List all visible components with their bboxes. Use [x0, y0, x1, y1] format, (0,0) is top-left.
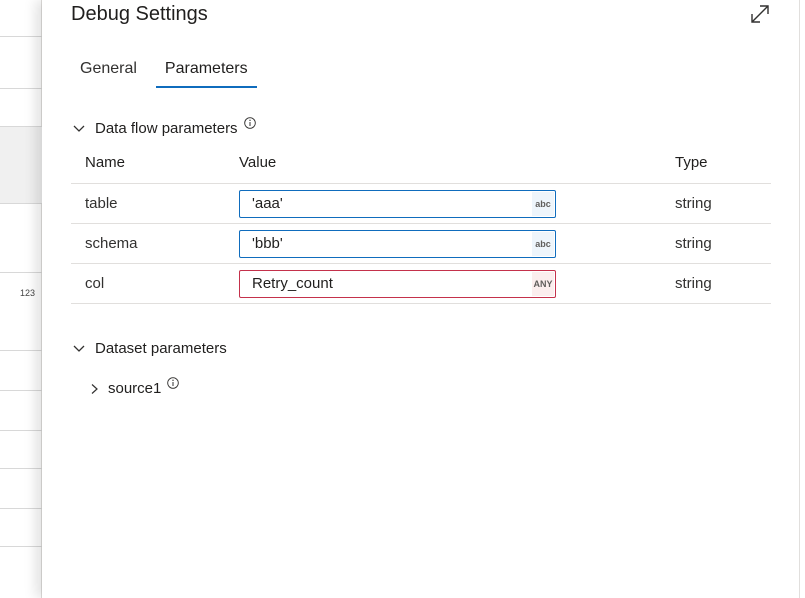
chevron-down-icon	[73, 125, 85, 132]
table-row: schema 'bbb' abc string	[71, 224, 771, 264]
scroll-edge	[799, 0, 805, 598]
grid-selected-block	[0, 126, 42, 204]
param-name: table	[85, 195, 118, 212]
dataset-item-source1[interactable]: source1	[88, 376, 180, 397]
data-flow-parameters-header[interactable]: Data flow parameters	[71, 116, 256, 137]
param-value-text: Retry_count	[252, 275, 333, 292]
column-header-type: Type	[675, 154, 708, 171]
row-number: 123	[20, 288, 36, 298]
expand-button[interactable]	[748, 2, 772, 26]
column-header-value: Value	[239, 154, 277, 171]
param-value-input[interactable]: 'bbb' abc	[239, 229, 556, 258]
expand-icon	[751, 5, 769, 23]
type-tag: abc	[532, 191, 554, 216]
grid-line	[0, 36, 42, 37]
panel-title: Debug Settings	[71, 3, 208, 25]
grid-line	[0, 350, 42, 351]
debug-settings-panel: Debug Settings General Parameters Data f…	[42, 0, 799, 598]
table-row: col Retry_count ANY string	[71, 264, 771, 304]
dataset-parameters-header[interactable]: Dataset parameters	[71, 340, 227, 357]
section-label: Dataset parameters	[95, 340, 227, 357]
grid-line	[0, 390, 42, 391]
tab-general[interactable]: General	[71, 52, 146, 88]
grid-line	[0, 88, 42, 89]
param-value-input[interactable]: Retry_count ANY	[239, 269, 556, 298]
param-type: string	[675, 195, 712, 212]
type-tag: ANY	[532, 271, 554, 296]
grid-line	[0, 468, 42, 469]
param-value-input[interactable]: 'aaa' abc	[239, 189, 556, 218]
grid-line	[0, 430, 42, 431]
info-icon[interactable]	[243, 116, 256, 129]
data-flow-parameters-table: Name Value Type table 'aaa' abc string s…	[71, 148, 771, 304]
dataset-item-label: source1	[108, 380, 162, 397]
tab-parameters[interactable]: Parameters	[155, 52, 257, 88]
param-type: string	[675, 275, 712, 292]
column-header-name: Name	[85, 154, 126, 171]
background-grid: 123	[0, 0, 42, 598]
tab-bar: General Parameters	[71, 52, 267, 88]
type-tag: abc	[532, 231, 554, 256]
param-name: col	[85, 275, 105, 292]
grid-line	[0, 546, 42, 547]
table-row: table 'aaa' abc string	[71, 184, 771, 224]
grid-line	[0, 508, 42, 509]
param-type: string	[675, 235, 712, 252]
grid-line	[0, 272, 42, 273]
chevron-right-icon	[91, 383, 98, 394]
section-label: Data flow parameters	[95, 120, 238, 137]
param-name: schema	[85, 235, 138, 252]
table-header: Name Value Type	[71, 148, 771, 184]
info-icon[interactable]	[167, 376, 180, 389]
chevron-down-icon	[73, 345, 85, 352]
param-value-text: 'aaa'	[252, 195, 283, 212]
param-value-text: 'bbb'	[252, 235, 283, 252]
